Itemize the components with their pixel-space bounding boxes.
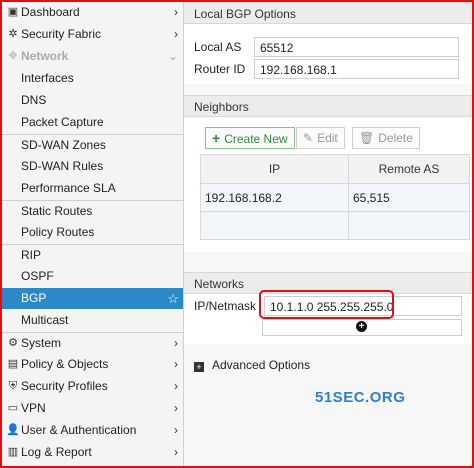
expand-plus-icon: +	[194, 362, 204, 372]
sidebar-item-rip[interactable]: RIP	[2, 244, 183, 265]
advanced-options-toggle[interactable]: + Advanced Options	[194, 358, 310, 372]
sidebar-item-label: Security Fabric	[21, 27, 102, 41]
table-row-empty	[200, 211, 470, 240]
user-icon: 👤	[6, 424, 20, 436]
dashboard-icon: ▣	[7, 6, 19, 18]
sidebar-item-label: VPN	[21, 401, 46, 415]
table-row[interactable]: 192.168.168.2 65,515	[200, 183, 470, 212]
sidebar-item-label: Network	[21, 49, 69, 63]
sidebar-item-label: SD-WAN Zones	[21, 138, 106, 152]
sidebar-item-security-fabric[interactable]: ✲ Security Fabric ›	[2, 24, 183, 45]
sidebar-item-label: Policy & Objects	[21, 357, 109, 371]
chevron-down-icon: ⌄	[167, 49, 178, 63]
sidebar-item-label: Static Routes	[21, 204, 93, 218]
sidebar-item-label: Security Profiles	[21, 379, 108, 393]
trash-icon: 🗑	[359, 131, 375, 145]
sidebar-item-vpn[interactable]: ▭ VPN ›	[2, 398, 183, 419]
sidebar-item-label: Dashboard	[21, 5, 80, 19]
plus-icon: +	[212, 130, 221, 146]
sidebar-item-label: User & Authentication	[21, 423, 137, 437]
edit-label: Edit	[317, 131, 338, 145]
edit-button[interactable]: ✎ Edit	[296, 127, 345, 149]
sidebar-item-log-report[interactable]: ▥ Log & Report ›	[2, 442, 183, 463]
neighbors-panel: + Create New ✎ Edit 🗑 Delete IP Remote AS 1…	[184, 117, 472, 252]
chevron-right-icon: ›	[174, 379, 178, 393]
cell-empty	[348, 211, 470, 240]
shield-icon: ⛨	[8, 380, 18, 392]
sidebar-item-policy-routes[interactable]: Policy Routes	[2, 222, 183, 243]
highlight-box	[259, 290, 394, 319]
sidebar-item-policy-objects[interactable]: ▤ Policy & Objects ›	[2, 354, 183, 375]
sidebar-item-static-routes[interactable]: Static Routes	[2, 200, 183, 221]
sidebar-item-sdwan-zones[interactable]: SD-WAN Zones	[2, 134, 183, 155]
sidebar-item-label: Interfaces	[21, 71, 74, 85]
sidebar-item-multicast[interactable]: Multicast	[2, 310, 183, 331]
sidebar-item-label: Policy Routes	[21, 225, 95, 239]
local-bgp-options-panel: Local AS 65512 Router ID 192.168.168.1	[184, 24, 472, 84]
sidebar-item-label: System	[21, 336, 62, 350]
delete-button[interactable]: 🗑 Delete	[352, 127, 420, 149]
sidebar-item-label: DNS	[21, 93, 47, 107]
sidebar-item-label: RIP	[21, 248, 42, 262]
local-bgp-options-header: Local BGP Options	[184, 2, 472, 24]
sidebar-item-label: OSPF	[21, 269, 54, 283]
favorite-star-icon[interactable]: ☆	[167, 288, 179, 309]
sidebar-item-bgp[interactable]: BGP ☆	[2, 288, 183, 309]
column-header-ip[interactable]: IP	[200, 154, 349, 184]
watermark: 51SEC.ORG	[315, 389, 406, 406]
sidebar-item-system[interactable]: ⚙ System ›	[2, 332, 183, 353]
router-id-input[interactable]: 192.168.168.1	[254, 59, 459, 79]
sidebar: ▣ Dashboard › ✲ Security Fabric › ✥ Netw…	[2, 2, 184, 466]
network-icon: ✥	[8, 50, 18, 62]
sidebar-item-interfaces[interactable]: Interfaces	[2, 68, 183, 89]
local-as-label: Local AS	[194, 40, 242, 54]
create-new-label: Create New	[224, 132, 288, 146]
sidebar-item-user-authentication[interactable]: 👤 User & Authentication ›	[2, 420, 183, 441]
sidebar-item-security-profiles[interactable]: ⛨ Security Profiles ›	[2, 376, 183, 397]
chevron-right-icon: ›	[174, 5, 178, 19]
column-header-remote-as[interactable]: Remote AS	[348, 154, 470, 184]
chevron-right-icon: ›	[174, 357, 178, 371]
sidebar-item-dns[interactable]: DNS	[2, 90, 183, 111]
sidebar-item-packet-capture[interactable]: Packet Capture	[2, 112, 183, 133]
sidebar-item-sdwan-rules[interactable]: SD-WAN Rules	[2, 156, 183, 177]
sidebar-item-label: BGP	[21, 291, 47, 305]
vpn-icon: ▭	[7, 402, 19, 414]
neighbors-header: Neighbors	[184, 95, 472, 117]
chevron-right-icon: ›	[174, 27, 178, 41]
sidebar-item-performance-sla[interactable]: Performance SLA	[2, 178, 183, 199]
ip-netmask-label: IP/Netmask	[194, 299, 257, 313]
policy-icon: ▤	[7, 358, 19, 370]
local-as-input[interactable]: 65512	[254, 37, 459, 57]
chevron-right-icon: ›	[174, 401, 178, 415]
sidebar-item-label: SD-WAN Rules	[21, 159, 104, 173]
pencil-icon: ✎	[303, 131, 314, 145]
router-id-label: Router ID	[194, 62, 246, 76]
sidebar-item-label: Performance SLA	[21, 181, 116, 195]
plus-circle-icon: +	[356, 321, 367, 332]
advanced-options-label: Advanced Options	[212, 358, 311, 372]
chevron-right-icon: ›	[174, 336, 178, 350]
sidebar-item-ospf[interactable]: OSPF	[2, 266, 183, 287]
sidebar-item-label: Packet Capture	[21, 115, 104, 129]
gear-icon: ⚙	[8, 337, 18, 349]
sidebar-item-network[interactable]: ✥ Network ⌄	[2, 46, 183, 67]
sidebar-item-dashboard[interactable]: ▣ Dashboard ›	[2, 2, 183, 23]
cell-empty	[200, 211, 349, 240]
add-network-button[interactable]: +	[262, 319, 462, 336]
chevron-right-icon: ›	[174, 445, 178, 459]
create-new-button[interactable]: + Create New	[205, 127, 295, 149]
cell-remote-as: 65,515	[348, 183, 470, 212]
sidebar-item-label: Log & Report	[21, 445, 92, 459]
app-window: ▣ Dashboard › ✲ Security Fabric › ✥ Netw…	[0, 0, 474, 468]
table-header-row: IP Remote AS	[200, 154, 470, 184]
chart-icon: ▥	[7, 446, 19, 458]
chevron-right-icon: ›	[174, 423, 178, 437]
cell-ip: 192.168.168.2	[200, 183, 349, 212]
security-fabric-icon: ✲	[8, 28, 18, 40]
neighbors-table: IP Remote AS 192.168.168.2 65,515	[200, 154, 470, 240]
delete-label: Delete	[378, 131, 413, 145]
sidebar-item-label: Multicast	[21, 313, 69, 327]
